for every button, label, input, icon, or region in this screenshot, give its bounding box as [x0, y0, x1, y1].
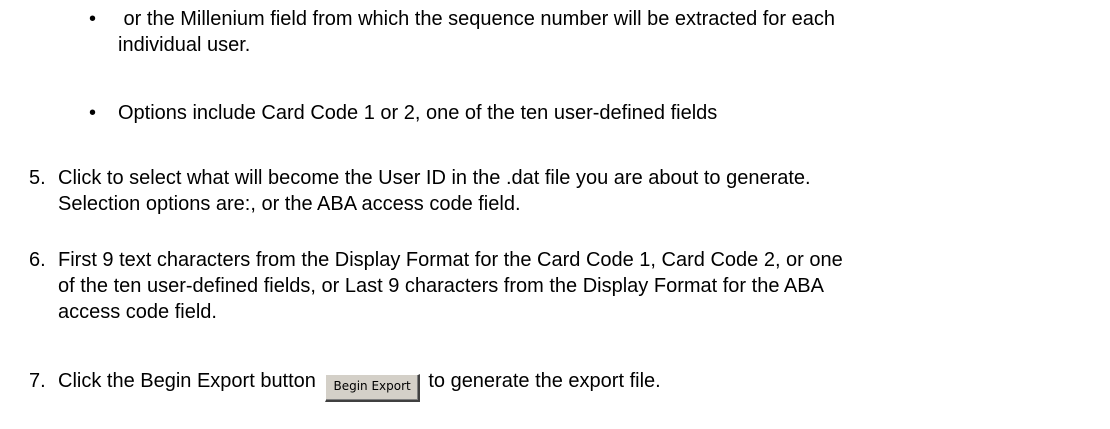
- text-line: or the Millenium field from which the se…: [118, 8, 836, 30]
- step-text: Click to select what will become the Use…: [58, 165, 1103, 217]
- bullet-symbol: •: [89, 102, 97, 124]
- bullet-symbol: •: [89, 8, 97, 30]
- text-line: of the ten user-defined fields, or Last …: [58, 275, 824, 297]
- text-line: Options include Card Code 1 or 2, one of…: [118, 102, 718, 124]
- step-6: 6. First 9 text characters from the Disp…: [0, 247, 1110, 325]
- text-line: Click to select what will become the Use…: [58, 167, 811, 189]
- step-number: 6.: [29, 249, 46, 271]
- text-line: access code field.: [58, 301, 217, 323]
- begin-export-button[interactable]: Begin Export: [325, 374, 420, 402]
- text-line: Click the Begin Export button Begin Expo…: [58, 368, 1103, 402]
- bullet-item-1: • or the Millenium field from which the …: [0, 6, 1110, 58]
- text-line: First 9 text characters from the Display…: [58, 249, 843, 271]
- bullet-item-2: • Options include Card Code 1 or 2, one …: [0, 100, 1110, 126]
- step-number: 5.: [29, 167, 46, 189]
- document-page: • or the Millenium field from which the …: [0, 0, 1110, 429]
- text-line: individual user.: [118, 34, 251, 56]
- step-number: 7.: [29, 370, 46, 392]
- bullet-text: Options include Card Code 1 or 2, one of…: [118, 100, 1098, 126]
- step-5: 5. Click to select what will become the …: [0, 165, 1110, 217]
- step-text-after: to generate the export file.: [428, 370, 661, 392]
- step-text: First 9 text characters from the Display…: [58, 247, 1103, 325]
- bullet-text: or the Millenium field from which the se…: [118, 6, 1098, 58]
- step-text-before: Click the Begin Export button: [58, 370, 316, 392]
- step-text: Click the Begin Export button Begin Expo…: [58, 368, 1103, 402]
- step-7: 7. Click the Begin Export button Begin E…: [0, 368, 1110, 402]
- text-line: Selection options are:, or the ABA acces…: [58, 193, 521, 215]
